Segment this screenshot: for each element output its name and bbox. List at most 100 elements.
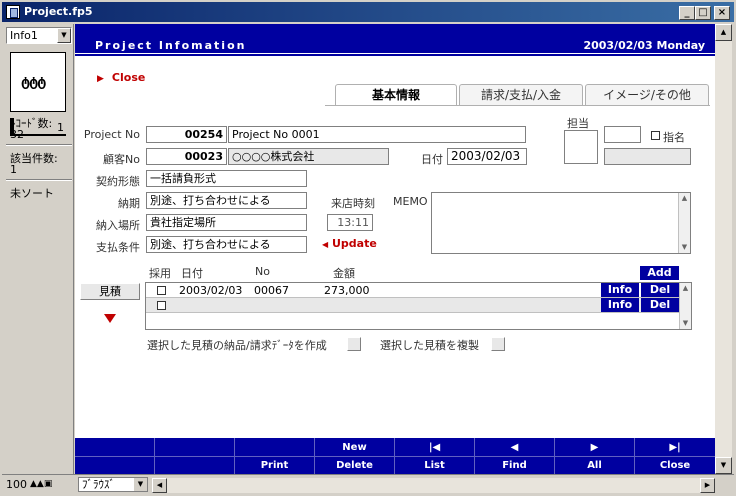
divider — [555, 456, 634, 457]
tantou-name-field — [604, 148, 691, 165]
scroll-down-icon[interactable]: ▼ — [680, 318, 691, 329]
estimate-info-button[interactable]: Info — [601, 283, 639, 297]
found-label: 該当件数: — [10, 152, 58, 165]
project-no-field[interactable]: 00254 — [146, 126, 227, 143]
project-name-field[interactable]: Project No 0001 — [228, 126, 526, 143]
book-rings-icon: ტტტ — [21, 75, 46, 90]
prev-record-icon[interactable]: ◀ — [475, 441, 554, 455]
visit-time-field[interactable]: 13:11 — [327, 214, 373, 231]
adopt-checkbox[interactable] — [157, 301, 166, 310]
zoom-level[interactable]: 100 — [6, 478, 27, 491]
memo-scrollbar[interactable]: ▲ ▼ — [678, 193, 690, 253]
date-field[interactable]: 2003/02/03 — [447, 148, 527, 165]
divider — [6, 179, 72, 181]
estimate-no: 00067 — [254, 284, 289, 297]
scroll-left-icon[interactable]: ◀ — [152, 478, 167, 493]
delete-record-button[interactable]: Delete — [315, 459, 394, 473]
chevron-down-icon[interactable]: ▼ — [57, 28, 71, 43]
show-all-button[interactable]: All — [555, 459, 634, 473]
tab-image-other[interactable]: イメージ/その他 — [585, 84, 709, 106]
add-estimate-button[interactable]: Add — [640, 266, 679, 280]
toolbar-top-label — [75, 441, 154, 455]
book-page[interactable]: ტტტ — [10, 52, 66, 112]
divider — [475, 456, 554, 457]
delivery-field[interactable]: 貴社指定場所 — [146, 214, 307, 231]
toolbar-cell-empty — [155, 438, 235, 474]
deadline-field[interactable]: 別途、打ち合わせによる — [146, 192, 307, 209]
chevron-down-icon[interactable]: ▼ — [134, 478, 147, 491]
estimate-list[interactable]: 2003/02/03 00067 273,000 Info Del Info D… — [145, 282, 692, 330]
toolbar-cell-first-list: |◀ List — [395, 438, 475, 474]
col-no: No — [255, 265, 270, 278]
divider — [6, 144, 72, 146]
estimate-button[interactable]: 見積 — [80, 283, 140, 300]
tab-basic-info[interactable]: 基本情報 — [335, 84, 457, 106]
update-link[interactable]: ◀ Update — [322, 237, 377, 250]
tab-underline — [325, 105, 710, 106]
project-no-label: Project No — [83, 128, 140, 141]
window-titlebar[interactable]: Project.fp5 _ □ × — [2, 2, 734, 22]
table-row[interactable]: Info Del — [146, 298, 681, 313]
table-row[interactable]: 2003/02/03 00067 273,000 Info Del — [146, 283, 681, 298]
shimei-label: 指名 — [663, 131, 685, 144]
list-button[interactable]: List — [395, 459, 474, 473]
window-hscrollbar[interactable]: ◀ ▶ — [152, 478, 715, 493]
tantou-box[interactable] — [564, 130, 598, 164]
scroll-down-icon[interactable]: ▼ — [715, 457, 732, 474]
find-button[interactable]: Find — [475, 459, 554, 473]
tantou-label: 担当 — [567, 117, 589, 130]
minimize-button[interactable]: _ — [679, 6, 695, 20]
app-icon — [6, 5, 20, 19]
estimate-del-button[interactable]: Del — [641, 298, 679, 312]
tantou-code-field[interactable] — [604, 126, 641, 143]
payment-field[interactable]: 別途、打ち合わせによる — [146, 236, 307, 253]
estimate-del-button[interactable]: Del — [641, 283, 679, 297]
triangle-down-icon — [104, 314, 116, 323]
status-area: Info1 ▼ ტტტ 1 ﾚｺｰﾄﾞ数: 32 該当件数: 1 未ソート — [2, 24, 74, 474]
scroll-right-icon[interactable]: ▶ — [700, 478, 715, 493]
memo-field[interactable]: ▲ ▼ — [431, 192, 691, 254]
duplicate-estimate-label: 選択した見積を複製 — [380, 339, 479, 352]
divider — [235, 456, 314, 457]
memo-label: MEMO — [393, 195, 428, 208]
shimei-checkbox[interactable] — [651, 131, 660, 140]
window-statusbar: 100 ▲▲▣ ﾌﾞﾗｳｽﾞ ▼ ◀ ▶ — [2, 474, 734, 494]
contract-field[interactable]: 一括請負形式 — [146, 170, 307, 187]
zoom-icon[interactable]: ▲▲▣ — [30, 479, 52, 489]
new-record-button[interactable]: New — [315, 441, 394, 455]
first-record-icon[interactable]: |◀ — [395, 441, 474, 455]
header-bar: Project Infomation 2003/02/03 Monday — [75, 24, 715, 56]
print-button[interactable]: Print — [235, 459, 314, 473]
close-window-button[interactable]: × — [714, 6, 730, 20]
create-delivery-button[interactable] — [347, 337, 361, 351]
customer-no-field[interactable]: 00023 — [146, 148, 227, 165]
maximize-button[interactable]: □ — [695, 6, 711, 20]
adopt-checkbox[interactable] — [157, 286, 166, 295]
sort-status[interactable]: 未ソート — [10, 188, 54, 200]
customer-no-label: 顧客No — [103, 153, 140, 166]
estimate-scrollbar[interactable]: ▲ ▼ — [679, 283, 691, 329]
next-record-icon[interactable]: ▶ — [555, 441, 634, 455]
scroll-up-icon[interactable]: ▲ — [715, 24, 732, 41]
page-title: Project Infomation — [95, 39, 247, 52]
delivery-label: 納入場所 — [96, 219, 140, 232]
duplicate-estimate-button[interactable] — [491, 337, 505, 351]
estimate-info-button[interactable]: Info — [601, 298, 639, 312]
tab-billing[interactable]: 請求/支払/入金 — [459, 84, 583, 106]
toolbar-bottom-label — [155, 459, 234, 473]
window-vscrollbar[interactable]: ▲ ▼ — [715, 24, 732, 474]
date-label: 日付 — [421, 153, 443, 166]
toolbar-top-label — [235, 441, 314, 455]
contract-label: 契約形態 — [96, 175, 140, 188]
scroll-up-icon[interactable]: ▲ — [679, 193, 690, 204]
toolbar-cell-last-close: ▶| Close — [635, 438, 715, 474]
close-link[interactable]: ▶ Close — [97, 71, 145, 84]
layout-select[interactable]: Info1 ▼ — [6, 27, 72, 44]
estimate-amount: 273,000 — [324, 284, 370, 297]
last-record-icon[interactable]: ▶| — [635, 441, 715, 455]
toolbar-cell-empty — [75, 438, 155, 474]
scroll-down-icon[interactable]: ▼ — [679, 242, 690, 253]
close-button[interactable]: Close — [635, 459, 715, 473]
scroll-up-icon[interactable]: ▲ — [680, 283, 691, 294]
mode-select[interactable]: ﾌﾞﾗｳｽﾞ ▼ — [78, 477, 148, 492]
